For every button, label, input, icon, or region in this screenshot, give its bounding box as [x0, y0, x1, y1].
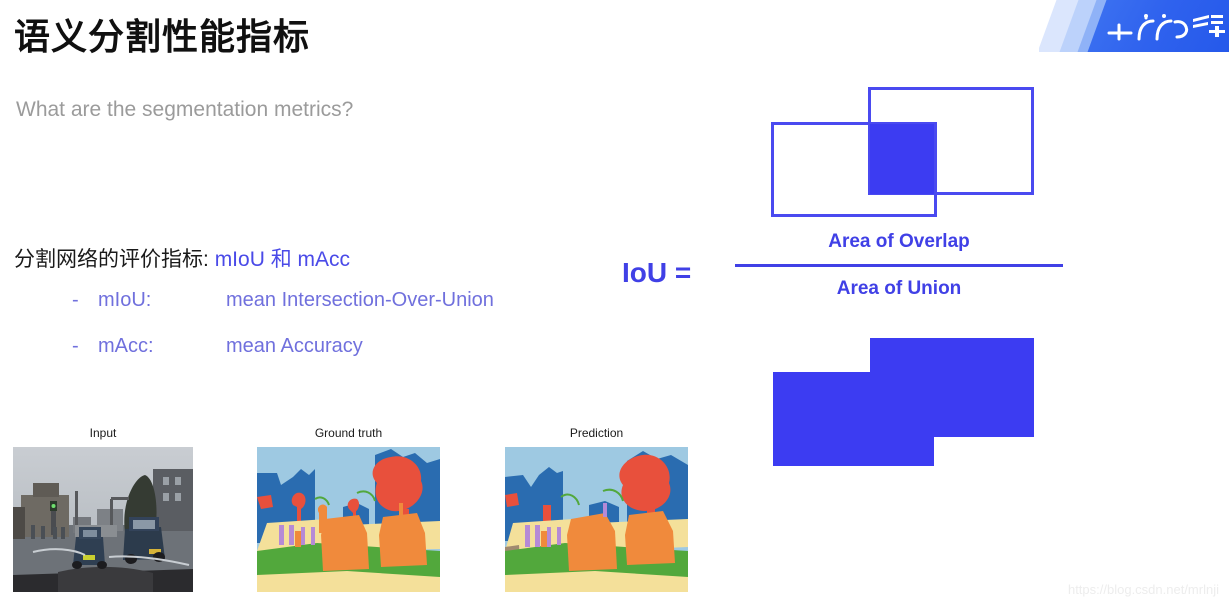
bullet-dash-icon: - [72, 335, 79, 357]
union-diagram [760, 325, 1060, 485]
sample-caption-prediction: Prediction [569, 426, 624, 440]
iou-equation-lhs: IoU = [622, 257, 692, 288]
overlap-diagram [760, 75, 1060, 235]
fraction-denominator: Area of Union [836, 278, 962, 299]
iou-fraction: Area of Overlap Area of Union [735, 228, 1063, 303]
bullet-key-miou: mIoU: [98, 289, 152, 311]
metric-intro-line: 分割网络的评价指标: mIoU 和 mAcc [14, 243, 350, 273]
sample-caption-ground-truth: Ground truth [314, 426, 383, 440]
sample-image-ground-truth [257, 447, 440, 592]
slide-root: 语义分割性能指标 What are the segmentation metri… [0, 0, 1229, 601]
rect-intersection-fill [870, 124, 934, 194]
sample-caption-input: Input [89, 426, 117, 440]
bullet-value-macc: mean Accuracy [226, 335, 363, 357]
bullet-dash-icon: - [72, 289, 79, 311]
paddlepaddle-logo-icon [1101, 0, 1229, 52]
union-part-b [773, 372, 934, 466]
bullet-value-miou: mean Intersection-Over-Union [226, 289, 494, 311]
watermark-text: https://blog.csdn.net/mrlnji [1067, 582, 1219, 597]
page-subtitle: What are the segmentation metrics? [16, 98, 354, 121]
bullet-key-macc: mAcc: [98, 335, 154, 357]
page-title: 语义分割性能指标 [14, 16, 311, 57]
brand-logo-banner [1039, 0, 1229, 52]
metric-intro-text: 分割网络的评价指标: [14, 248, 209, 271]
sample-image-prediction [505, 447, 688, 592]
metric-highlight-text: mIoU 和 mAcc [214, 248, 351, 271]
fraction-bar [735, 264, 1063, 267]
bullet-item-miou: - mIoU: mean Intersection-Over-Union [72, 289, 494, 312]
bullet-item-macc: - mAcc: mean Accuracy [72, 335, 363, 358]
fraction-numerator: Area of Overlap [828, 231, 970, 252]
sample-image-input [13, 447, 193, 592]
